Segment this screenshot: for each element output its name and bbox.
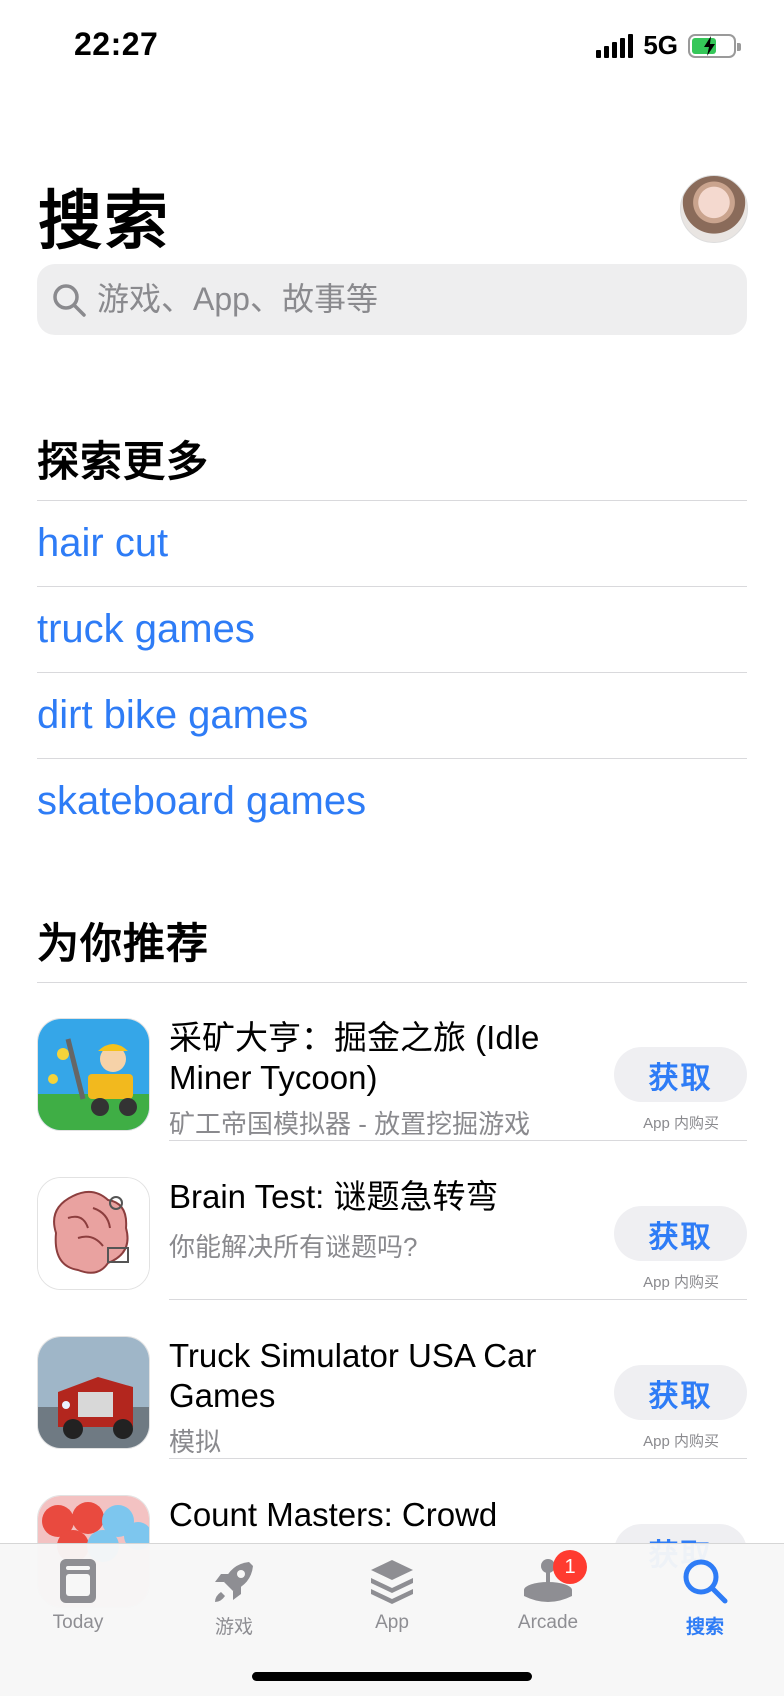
layers-icon <box>371 1560 413 1604</box>
app-name: Brain Test: 谜题急转弯 <box>169 1178 499 1215</box>
explore-link[interactable]: dirt bike games <box>37 672 747 758</box>
explore-list: hair cut truck games dirt bike games ska… <box>37 500 747 844</box>
explore-link[interactable]: truck games <box>37 586 747 672</box>
tab-apps[interactable]: App <box>327 1556 457 1646</box>
in-app-purchase-note: App 内购买 <box>643 1274 719 1291</box>
battery-icon <box>688 33 741 58</box>
app-subtitle: 模拟 <box>169 1427 222 1457</box>
search-icon <box>683 1559 728 1604</box>
notification-badge: 1 <box>553 1550 587 1584</box>
home-indicator[interactable] <box>252 1672 532 1681</box>
in-app-purchase-note: App 内购买 <box>643 1115 719 1132</box>
tab-games[interactable]: 游戏 <box>169 1556 299 1646</box>
search-bar[interactable] <box>37 264 747 335</box>
tab-label: Today <box>52 1612 104 1633</box>
explore-link[interactable]: hair cut <box>37 500 747 586</box>
tab-label: App <box>375 1612 409 1633</box>
in-app-purchase-note: App 内购买 <box>643 1433 719 1450</box>
status-indicators: 5G <box>596 30 741 61</box>
get-button[interactable]: 获取 <box>614 1365 747 1420</box>
search-icon <box>53 283 86 317</box>
status-bar: 22:27 5G <box>0 0 784 90</box>
today-icon <box>60 1559 96 1603</box>
get-button[interactable]: 获取 <box>614 1206 747 1261</box>
tab-label: 游戏 <box>214 1617 253 1638</box>
recommend-list: 采矿大亨：掘金之旅 (Idle Miner Tycoon) 矿工帝国模拟器 - … <box>37 982 747 1618</box>
idle-miner-icon <box>37 1018 150 1131</box>
app-row[interactable]: Truck Simulator USA Car Games 模拟 获取 App … <box>37 1300 747 1459</box>
truck-simulator-icon <box>37 1336 150 1449</box>
app-name: Count Masters: Crowd <box>169 1496 498 1533</box>
app-name: 采矿大亨：掘金之旅 (Idle Miner Tycoon) <box>169 1019 540 1096</box>
tab-search[interactable]: 搜索 <box>640 1556 770 1646</box>
network-type: 5G <box>643 30 678 60</box>
explore-link[interactable]: skateboard games <box>37 758 747 844</box>
signal-icon <box>596 33 634 58</box>
search-input[interactable] <box>97 281 717 318</box>
recommend-section-title: 为你推荐 <box>37 920 210 967</box>
app-name: Truck Simulator USA Car Games <box>169 1337 537 1414</box>
status-time: 22:27 <box>74 26 159 62</box>
explore-section-title: 探索更多 <box>37 438 210 485</box>
app-subtitle: 矿工帝国模拟器 - 放置挖掘游戏 <box>169 1109 531 1139</box>
rocket-icon <box>215 1562 253 1602</box>
tab-label: Arcade <box>517 1612 579 1633</box>
brain-test-icon <box>37 1177 150 1290</box>
account-avatar[interactable] <box>680 175 748 243</box>
get-button[interactable]: 获取 <box>614 1047 747 1102</box>
tab-today[interactable]: Today <box>13 1556 143 1646</box>
tab-label: 搜索 <box>685 1617 724 1638</box>
page-title: 搜索 <box>38 185 170 257</box>
app-subtitle: 你能解决所有谜题吗? <box>169 1232 418 1262</box>
app-row[interactable]: Brain Test: 谜题急转弯 你能解决所有谜题吗? 获取 App 内购买 <box>37 1141 747 1300</box>
app-row[interactable]: 采矿大亨：掘金之旅 (Idle Miner Tycoon) 矿工帝国模拟器 - … <box>37 982 747 1141</box>
tab-arcade[interactable]: 1 Arcade <box>483 1550 613 1646</box>
